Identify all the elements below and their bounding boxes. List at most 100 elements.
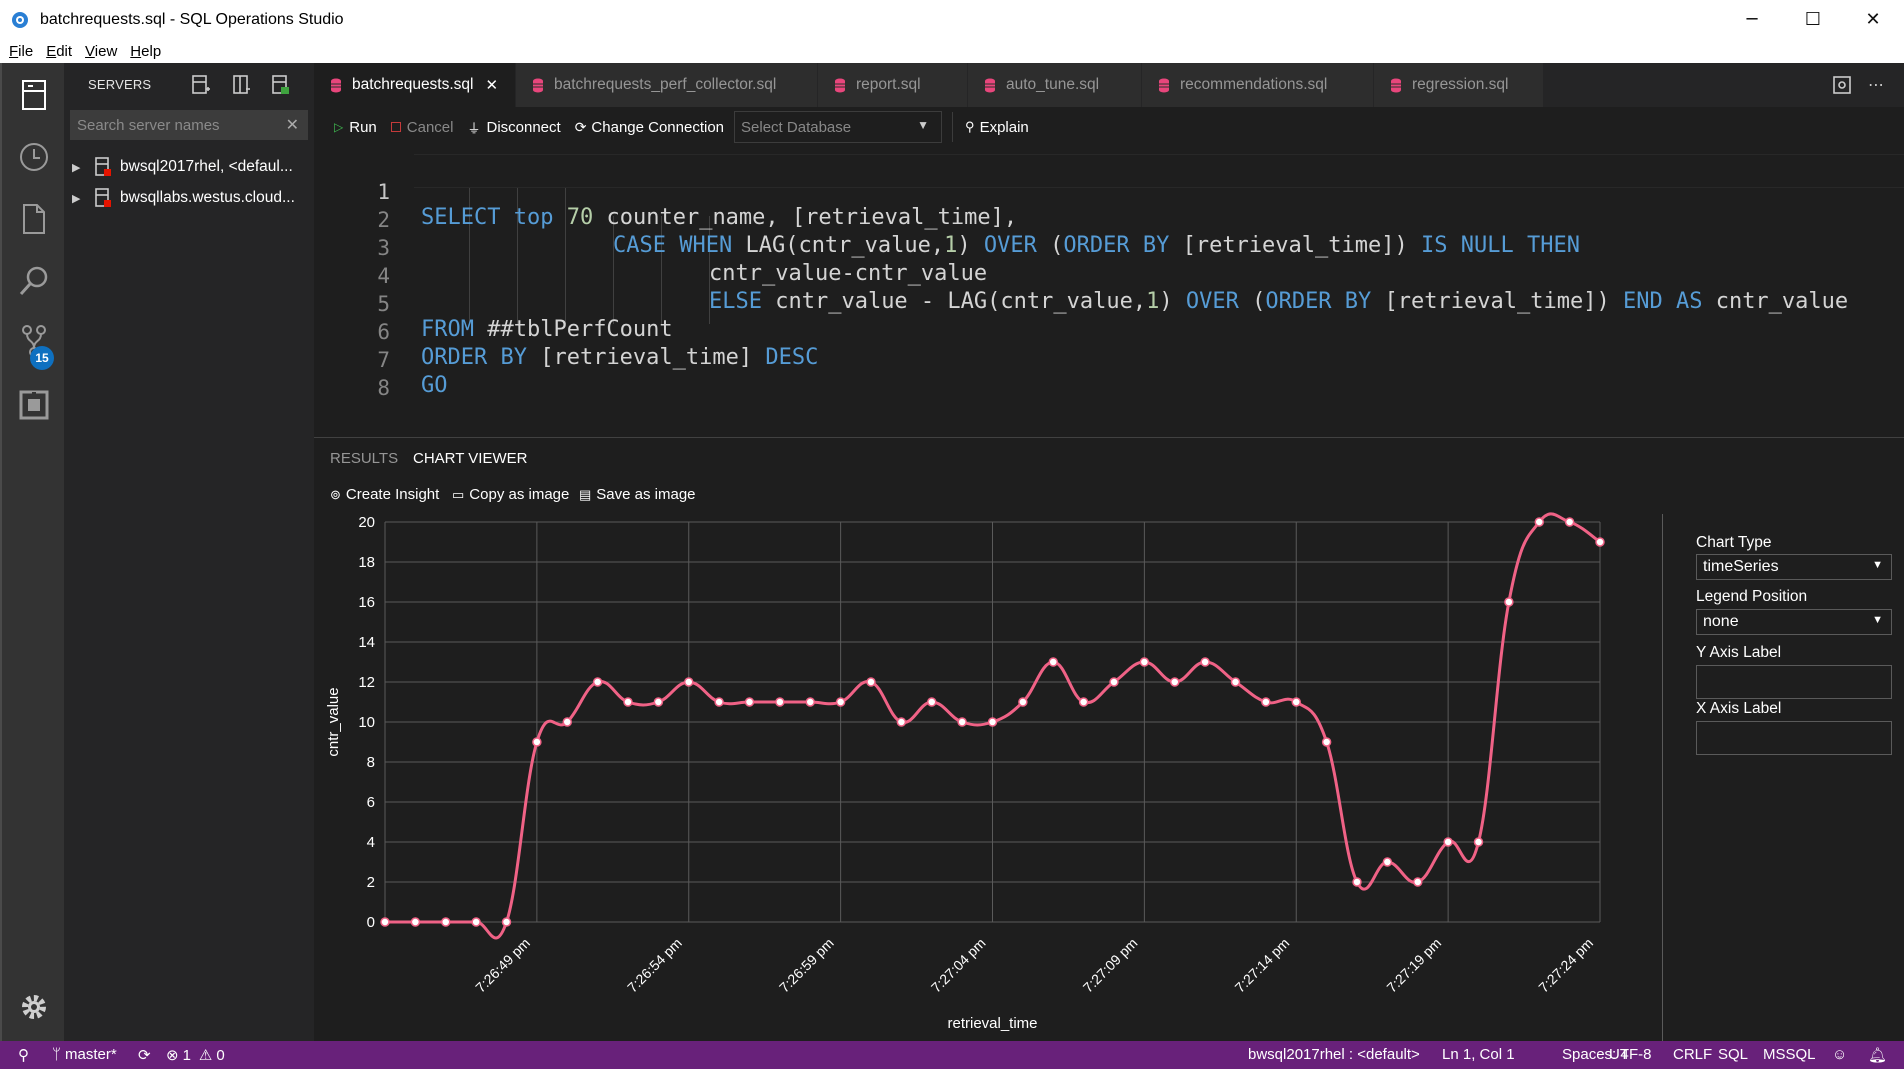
sync-icon[interactable]: ⟳ [138,1046,151,1064]
sql-file-icon [985,78,995,92]
chevron-down-icon: ▼ [1872,614,1883,626]
sql-file-icon [1159,78,1169,92]
active-connections-icon[interactable] [268,72,294,98]
y-axis-label-input[interactable] [1696,665,1892,699]
server-search-input[interactable] [77,116,277,134]
x-tick-label: 7:27:24 pm [1535,935,1596,996]
new-server-group-icon[interactable] [228,72,254,98]
servers-icon[interactable] [14,75,54,115]
data-point [623,697,633,707]
server-tree-item[interactable]: ▶ bwsqllabs.westus.cloud... [64,183,314,213]
explorer-icon[interactable] [14,199,54,239]
sql-file-icon [1391,78,1401,92]
y-tick-label: 6 [367,794,375,811]
legend-position-select[interactable]: none ▼ [1696,609,1892,635]
tab-batchrequests[interactable]: batchrequests.sql ✕ [314,63,516,107]
status-bar: ⚲ ᛘ master* ⟳ ⊗ 1 ⚠ 0 bwsql2017rhel : <d… [0,1041,1904,1069]
data-point [1352,877,1362,887]
source-control-badge: 15 [30,346,54,370]
line-number: 8 [377,376,390,400]
history-icon[interactable] [14,137,54,177]
tab-batchrequests-perf-collector[interactable]: batchrequests_perf_collector.sql [516,63,818,107]
x-axis-label-caption: X Axis Label [1696,700,1782,717]
x-tick-label: 7:27:14 pm [1232,935,1293,996]
data-point [441,917,451,927]
clear-search-icon[interactable]: ✕ [286,115,299,134]
language-status[interactable]: SQL [1718,1046,1748,1063]
new-connection-icon[interactable] [188,72,214,98]
data-point [532,737,542,747]
x-tick-label: 7:26:54 pm [624,935,685,996]
maximize-button[interactable]: ☐ [1786,0,1840,39]
tab-recommendations[interactable]: recommendations.sql [1142,63,1374,107]
x-axis-title: retrieval_time [947,1015,1037,1032]
branch-indicator[interactable]: ᛘ master* [52,1046,117,1063]
data-point [380,917,390,927]
server-tree-item[interactable]: ▶ bwsql2017rhel, <defaul... [64,152,314,182]
y-tick-label: 16 [358,594,375,611]
server-label: bwsqllabs.westus.cloud... [120,189,295,206]
tab-regression[interactable]: regression.sql [1374,63,1544,107]
search-icon[interactable] [14,261,54,301]
chart-properties-pane: Chart Type timeSeries ▼ Legend Position … [1662,514,1904,1042]
tab-auto-tune[interactable]: auto_tune.sql [968,63,1142,107]
line-chart: 0 2 4 6 8 10 12 14 16 18 20 7:26:49 pm 7:26:54 pm 7:2… [325,512,1605,1032]
data-point [1230,677,1241,687]
menu-help[interactable]: Help [130,43,161,60]
chart-type-select[interactable]: timeSeries ▼ [1696,554,1892,580]
data-point [1018,697,1028,707]
extensions-icon[interactable] [14,385,54,425]
data-point [1534,517,1544,527]
chevron-down-icon: ▼ [1872,559,1883,571]
expand-chevron-icon[interactable]: ▶ [72,161,84,174]
explain-button[interactable]: ⚲ Explain [965,119,1029,136]
close-window-button[interactable]: ✕ [1846,0,1900,39]
y-tick-label: 8 [367,754,375,771]
activity-bar: 15 [0,63,64,1041]
more-actions-icon[interactable]: ⋯ [1868,75,1884,94]
run-button[interactable]: ▷ Run [334,119,377,136]
minimize-button[interactable]: ─ [1725,0,1779,39]
y-tick-label: 2 [367,874,375,891]
eol-status[interactable]: CRLF [1673,1046,1712,1063]
remote-icon[interactable]: ⚲ [18,1046,29,1064]
data-point [866,677,876,687]
menu-edit[interactable]: Edit [46,43,72,60]
problems-indicator[interactable]: ⊗ 1 ⚠ 0 [166,1046,225,1065]
expand-chevron-icon[interactable]: ▶ [72,192,84,205]
x-tick-label: 7:27:09 pm [1080,935,1141,996]
data-point [987,717,998,727]
cancel-button[interactable]: Cancel [390,119,453,136]
y-tick-label: 12 [358,674,375,691]
connection-status[interactable]: bwsql2017rhel : <default> [1248,1046,1420,1063]
disconnect-button[interactable]: ⏚ Disconnect [467,118,560,137]
notifications-bell-icon[interactable]: 🔔︎ [1868,1046,1887,1064]
menu-view[interactable]: View [85,43,117,60]
select-database-dropdown[interactable]: Select Database ▼ [734,111,943,143]
feedback-smiley-icon[interactable]: ☺ [1832,1046,1847,1063]
provider-status[interactable]: MSSQL [1763,1046,1816,1063]
x-axis-label-input[interactable] [1696,721,1892,755]
cursor-position[interactable]: Ln 1, Col 1 [1442,1046,1515,1063]
tab-report[interactable]: report.sql [818,63,968,107]
window-title: batchrequests.sql - SQL Operations Studi… [40,10,344,28]
y-tick-label: 18 [358,554,375,571]
chart-type-label: Chart Type [1696,534,1772,551]
menu-file[interactable]: File [9,43,33,60]
x-tick-label: 7:27:04 pm [928,935,989,996]
x-tick-label: 7:27:19 pm [1383,935,1444,996]
code-editor[interactable]: 1 SELECT top 70 counter_name, [retrieval… [314,147,1904,437]
y-axis-label-caption: Y Axis Label [1696,644,1782,661]
close-tab-icon[interactable]: ✕ [486,76,499,94]
change-connection-button[interactable]: ⟳ Change Connection [575,119,724,136]
data-point [957,717,967,727]
y-tick-label: 20 [358,514,375,531]
x-tick-label: 7:26:49 pm [472,935,533,996]
data-point [1048,657,1058,667]
settings-gear-icon[interactable] [14,987,54,1027]
data-point [1473,837,1484,847]
y-tick-label: 0 [367,914,375,931]
data-point [1321,737,1332,747]
split-editor-icon[interactable] [1832,75,1852,99]
encoding-status[interactable]: UTF-8 [1609,1046,1652,1063]
